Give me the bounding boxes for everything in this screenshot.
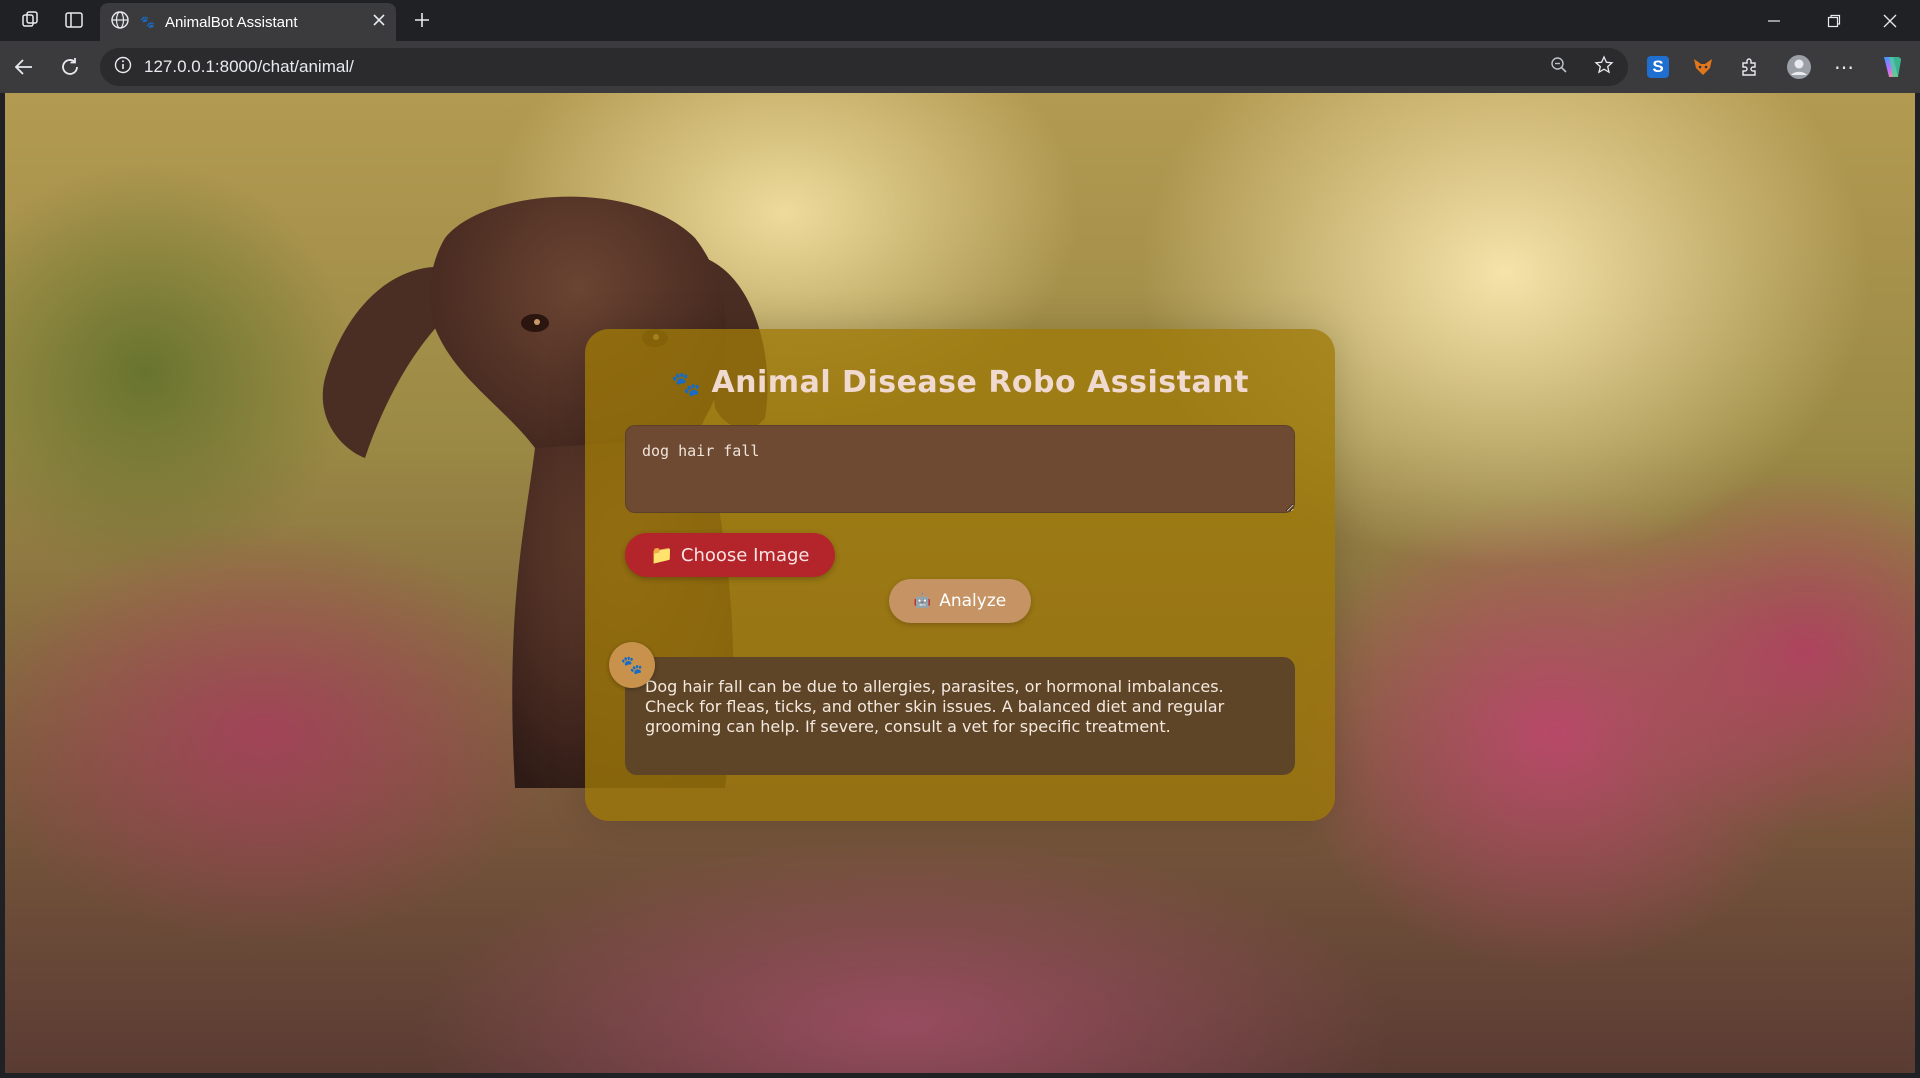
favorite-star-icon[interactable]: [1594, 54, 1614, 80]
folder-icon: 📁: [650, 544, 673, 566]
analyze-label: Analyze: [939, 591, 1007, 611]
tab-strip: 🐾 AnimalBot Assistant: [0, 0, 1920, 41]
minimize-button[interactable]: [1744, 0, 1804, 41]
restore-button[interactable]: [1804, 0, 1864, 41]
paw-icon: 🐾: [620, 654, 644, 675]
close-window-button[interactable]: [1860, 0, 1920, 41]
assistant-card: 🐾 Animal Disease Robo Assistant dog hair …: [585, 329, 1335, 821]
page-background: 🐾 Animal Disease Robo Assistant dog hair …: [5, 93, 1915, 1073]
page-title: 🐾 Animal Disease Robo Assistant: [585, 365, 1335, 400]
analyze-button[interactable]: 🤖 Analyze: [889, 579, 1031, 623]
bot-response-bubble: Dog hair fall can be due to allergies, p…: [625, 657, 1295, 775]
bot-avatar: 🐾: [609, 642, 655, 688]
s-extension-icon[interactable]: S: [1641, 50, 1675, 84]
paw-icon: 🐾: [671, 370, 702, 398]
vertical-tabs-icon[interactable]: [56, 2, 92, 38]
browser-tab[interactable]: 🐾 AnimalBot Assistant: [100, 3, 396, 41]
page-title-text: Animal Disease Robo Assistant: [711, 365, 1249, 400]
reload-icon[interactable]: [52, 49, 88, 85]
workspaces-icon[interactable]: [12, 2, 48, 38]
profile-avatar-icon[interactable]: [1782, 50, 1816, 84]
fox-extension-icon[interactable]: [1686, 50, 1720, 84]
globe-icon: [110, 10, 130, 34]
site-info-icon[interactable]: [114, 56, 132, 79]
copilot-icon[interactable]: [1874, 50, 1908, 84]
paw-icon: 🐾: [140, 15, 155, 29]
extensions-puzzle-icon[interactable]: [1732, 50, 1766, 84]
tab-title: AnimalBot Assistant: [164, 13, 298, 31]
address-bar[interactable]: 127.0.0.1:8000/chat/animal/: [100, 48, 1628, 86]
url-text[interactable]: 127.0.0.1:8000/chat/animal/: [144, 57, 1538, 77]
symptom-input[interactable]: dog hair fall: [625, 425, 1295, 513]
navigation-bar: 127.0.0.1:8000/chat/animal/ S ⋯: [0, 41, 1920, 93]
new-tab-button[interactable]: [404, 2, 440, 38]
choose-image-label: Choose Image: [680, 544, 810, 566]
robot-icon: 🤖: [913, 593, 932, 609]
response-text: Dog hair fall can be due to allergies, p…: [645, 677, 1225, 736]
back-icon[interactable]: [6, 49, 42, 85]
zoom-icon[interactable]: [1550, 56, 1568, 79]
close-tab-icon[interactable]: [372, 13, 386, 31]
choose-image-button[interactable]: 📁 Choose Image: [625, 533, 835, 577]
more-options-icon[interactable]: ⋯: [1827, 50, 1861, 84]
